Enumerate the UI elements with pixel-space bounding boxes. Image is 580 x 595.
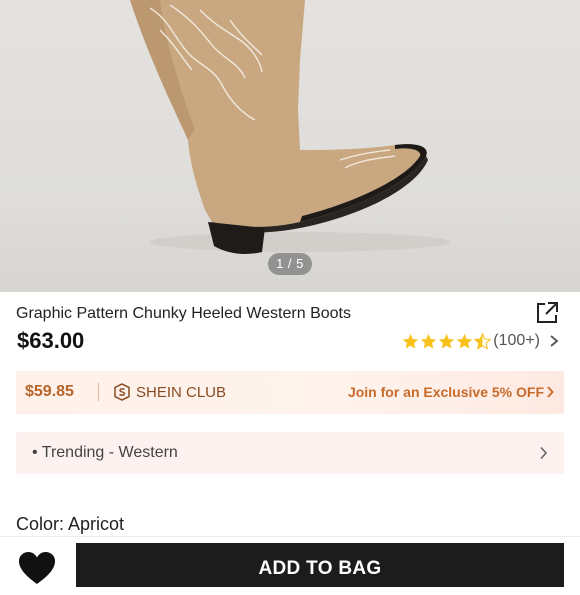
add-to-bag-button[interactable]: ADD TO BAG bbox=[76, 543, 564, 587]
share-icon[interactable] bbox=[534, 300, 560, 326]
half-star-icon bbox=[474, 332, 492, 350]
shein-club-banner[interactable]: $59.85 SHEIN CLUB Join for an Exclusive … bbox=[16, 371, 564, 414]
star-icon bbox=[439, 333, 455, 349]
shein-club-logo-icon bbox=[114, 383, 130, 401]
star-icon bbox=[457, 333, 473, 349]
trending-tag-row[interactable]: • Trending - Western bbox=[16, 432, 564, 474]
image-counter: 1 / 5 bbox=[268, 253, 312, 275]
club-offer-link[interactable]: Join for an Exclusive 5% OFF bbox=[348, 384, 544, 400]
club-price: $59.85 bbox=[25, 383, 74, 400]
club-divider bbox=[98, 383, 99, 401]
color-label: Color: Apricot bbox=[16, 514, 125, 534]
boot-image bbox=[130, 0, 450, 254]
chevron-right-icon bbox=[547, 386, 554, 398]
star-icon bbox=[403, 333, 419, 349]
chevron-right-icon bbox=[540, 446, 548, 460]
bottom-action-bar: ADD TO BAG bbox=[0, 536, 580, 587]
club-name: SHEIN CLUB bbox=[136, 384, 227, 401]
product-price: $63.00 bbox=[17, 328, 85, 353]
chevron-right-icon bbox=[550, 335, 559, 347]
rating-stars bbox=[402, 332, 492, 350]
product-image-gallery[interactable]: 1 / 5 bbox=[0, 0, 580, 292]
rating-summary[interactable]: (100+) bbox=[402, 331, 560, 351]
star-icon bbox=[421, 333, 437, 349]
trending-label: • Trending - Western bbox=[32, 444, 178, 461]
product-title: Graphic Pattern Chunky Heeled Western Bo… bbox=[16, 305, 351, 322]
rating-count: (100+) bbox=[493, 332, 540, 349]
